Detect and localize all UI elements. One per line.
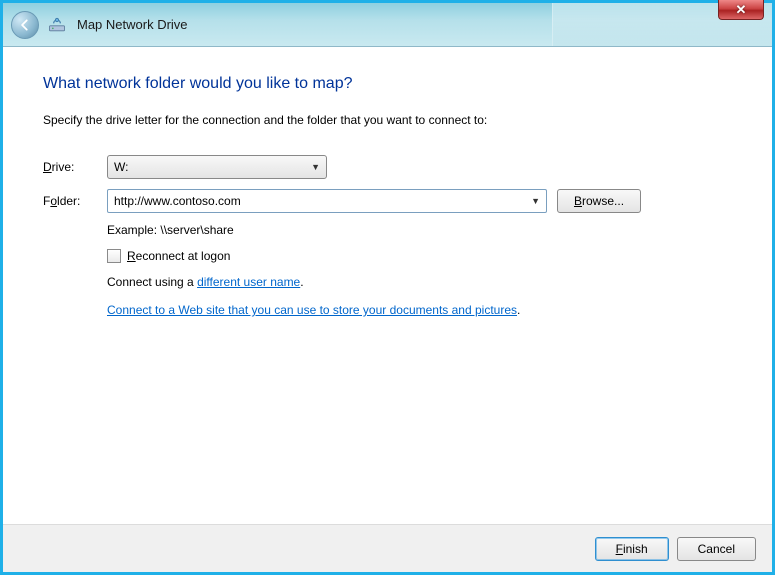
drive-select[interactable]: W: ▼ xyxy=(107,155,327,179)
close-button[interactable]: ✕ xyxy=(718,0,764,20)
back-button[interactable] xyxy=(11,11,39,39)
different-user-link[interactable]: different user name xyxy=(197,275,300,289)
reconnect-label: Reconnect at logon xyxy=(127,249,230,263)
finish-button[interactable]: Finish xyxy=(595,537,669,561)
close-icon: ✕ xyxy=(736,2,747,18)
network-drive-icon xyxy=(47,15,67,35)
folder-input[interactable]: http://www.contoso.com ▼ xyxy=(107,189,547,213)
folder-value: http://www.contoso.com xyxy=(114,194,241,208)
cancel-button[interactable]: Cancel xyxy=(677,537,756,561)
example-text: Example: \\server\share xyxy=(107,223,732,237)
form-details: Example: \\server\share Reconnect at log… xyxy=(107,223,732,317)
instruction-text: Specify the drive letter for the connect… xyxy=(43,113,732,127)
chevron-down-icon: ▼ xyxy=(311,162,320,172)
arrow-left-icon xyxy=(18,18,32,32)
reconnect-checkbox[interactable] xyxy=(107,249,121,263)
drive-row: Drive: W: ▼ xyxy=(43,155,732,179)
reconnect-row: Reconnect at logon xyxy=(107,249,732,263)
different-user-text: Connect using a different user name. xyxy=(107,275,732,289)
dialog-content: What network folder would you like to ma… xyxy=(3,47,772,524)
connect-website-link[interactable]: Connect to a Web site that you can use t… xyxy=(107,303,517,317)
browse-button[interactable]: Browse... xyxy=(557,189,641,213)
dialog-window: Map Network Drive ✕ What network folder … xyxy=(0,0,775,575)
web-site-text: Connect to a Web site that you can use t… xyxy=(107,303,732,317)
drive-label: Drive: xyxy=(43,160,107,174)
dialog-footer: Finish Cancel xyxy=(3,524,772,572)
folder-row: Folder: http://www.contoso.com ▼ Browse.… xyxy=(43,189,732,213)
page-heading: What network folder would you like to ma… xyxy=(43,75,732,93)
titlebar: Map Network Drive ✕ xyxy=(3,3,772,47)
folder-label: Folder: xyxy=(43,194,107,208)
chevron-down-icon: ▼ xyxy=(531,196,540,206)
drive-value: W: xyxy=(114,160,128,174)
window-title: Map Network Drive xyxy=(77,17,188,32)
